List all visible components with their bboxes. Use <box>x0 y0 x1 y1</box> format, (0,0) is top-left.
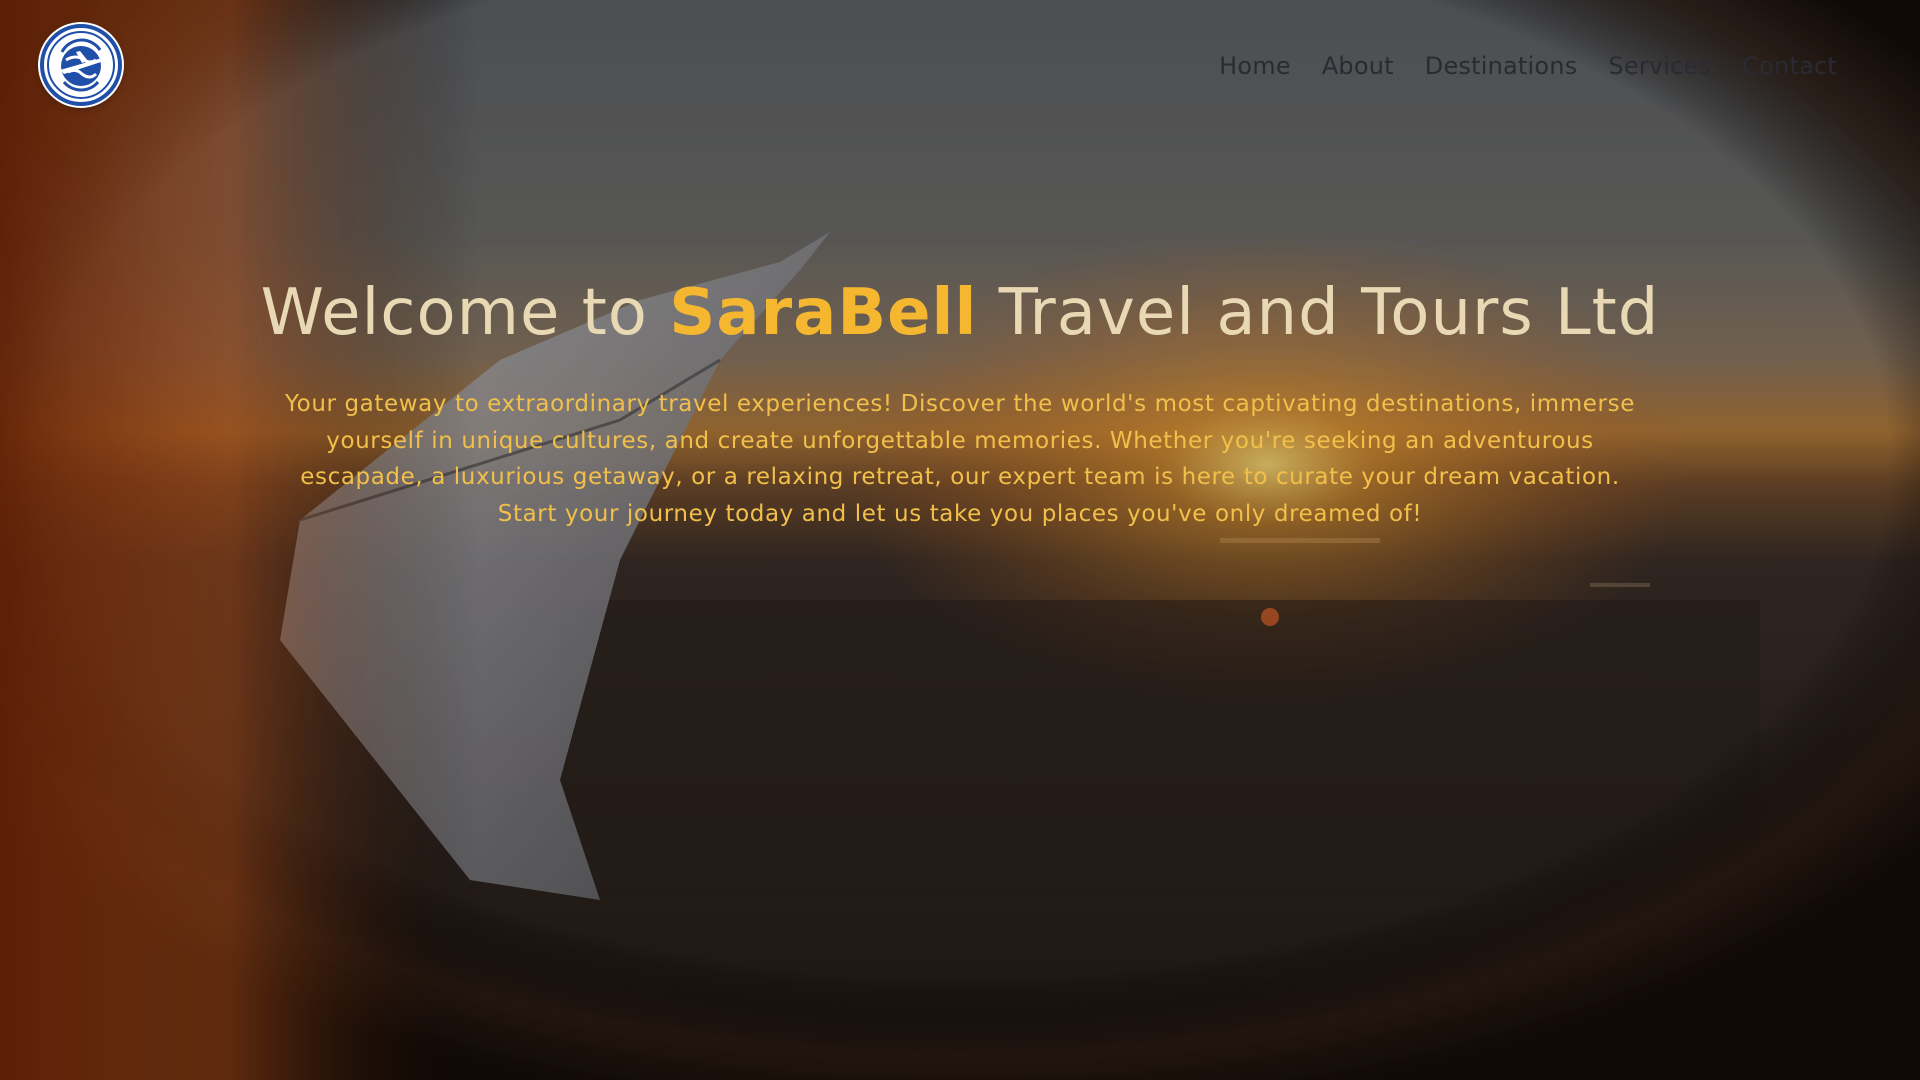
hero-title-brand: SaraBell <box>669 276 978 350</box>
nav-destinations-link[interactable]: Destinations <box>1425 52 1578 80</box>
nav-home-link[interactable]: Home <box>1219 52 1291 80</box>
hero-title: Welcome to SaraBell Travel and Tours Ltd <box>240 276 1680 350</box>
nav-about-link[interactable]: About <box>1322 52 1394 80</box>
hero-title-suffix: Travel and Tours Ltd <box>977 276 1660 350</box>
logo-button[interactable] <box>40 24 122 106</box>
globe-airplane-logo-icon <box>47 31 115 99</box>
nav-contact-link[interactable]: Contact <box>1742 52 1837 80</box>
hero-background-image <box>0 0 1920 1080</box>
nav-services-link[interactable]: Services <box>1608 52 1711 80</box>
main-navigation: Home About Destinations Services Contact <box>1219 52 1837 80</box>
hero-title-prefix: Welcome to <box>260 276 670 350</box>
hero-description: Your gateway to extraordinary travel exp… <box>285 391 1635 527</box>
hero-section: Welcome to SaraBell Travel and Tours Ltd… <box>240 276 1680 532</box>
airplane-window-view-icon <box>0 0 1920 1080</box>
